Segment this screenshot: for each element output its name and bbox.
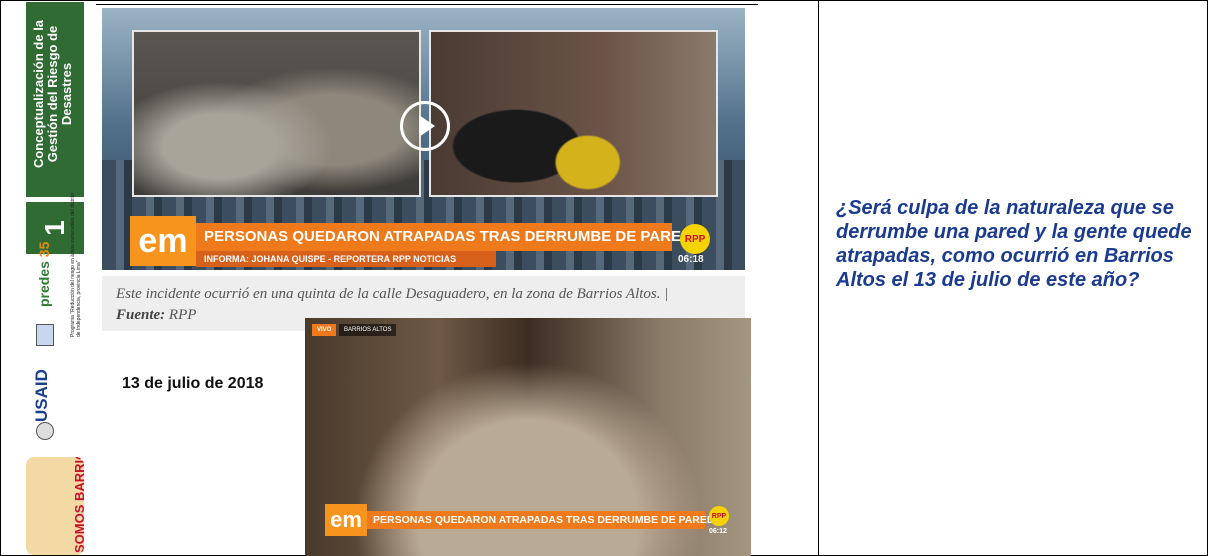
reflection-question: ¿Será culpa de la naturaleza que se derr… <box>836 197 1192 291</box>
play-icon[interactable] <box>400 101 450 151</box>
predes-logo: predes 35 <box>36 187 52 307</box>
rpp-logo-small: RPP <box>709 506 729 526</box>
column-divider <box>818 0 819 556</box>
predes-logo-text: predes <box>36 261 52 307</box>
location-tag: BARRIOS ALTOS <box>339 324 397 336</box>
channel-logo: em <box>130 216 196 266</box>
caption-text: Este incidente ocurrió en una quinta de … <box>116 286 669 302</box>
rescue-image <box>429 30 718 197</box>
usaid-logo: USAID <box>32 369 51 422</box>
second-video[interactable]: VIVO BARRIOS ALTOS em PERSONAS QUEDARON … <box>305 318 751 556</box>
news-reporter: INFORMA: JOHANA QUISPE - REPORTERA RPP N… <box>196 251 496 267</box>
rubble-image <box>132 30 421 197</box>
top-divider <box>96 4 758 5</box>
rpp-logo: RPP <box>680 224 710 254</box>
caption-source-value: RPP <box>165 307 197 323</box>
predes-years: 35 <box>36 241 52 258</box>
topic-banner: Conceptualización de la Gestión del Ries… <box>26 2 84 197</box>
news-video[interactable]: em PERSONAS QUEDARON ATRAPADAS TRAS DERR… <box>102 8 745 270</box>
somos-barrios-text: SOMOS BARRIOS <box>72 457 84 553</box>
caption-source-label: Fuente: <box>116 307 166 323</box>
program-text: Programa "Reducción del riesgo en áreas … <box>70 193 82 337</box>
video-time: 06:18 <box>678 254 704 265</box>
event-date: 13 de julio de 2018 <box>122 375 264 392</box>
district-seal-icon <box>36 422 54 440</box>
news-headline-small: PERSONAS QUEDARON ATRAPADAS TRAS DERRUMB… <box>367 511 714 529</box>
live-tag: VIVO <box>312 324 337 336</box>
channel-logo-small: em <box>325 504 367 536</box>
banner-title: Conceptualización de la Gestión del Ries… <box>31 19 74 169</box>
video-time-small: 06:12 <box>709 528 727 535</box>
news-headline: PERSONAS QUEDARON ATRAPADAS TRAS DERRUMB… <box>196 223 692 251</box>
somos-barrios-logo: SOMOS BARRIOS <box>26 457 84 555</box>
